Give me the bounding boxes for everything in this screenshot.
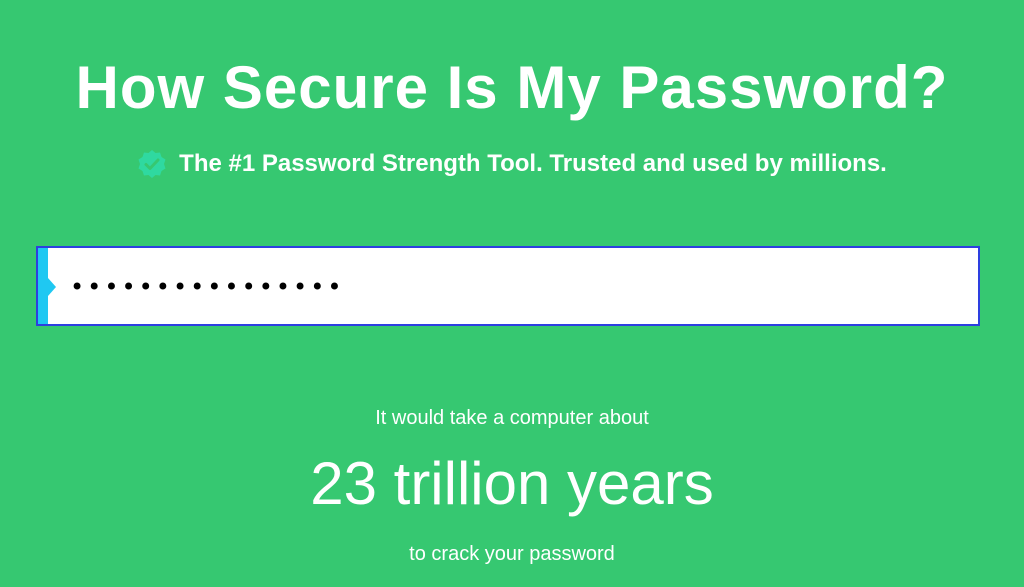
page-subtitle: The #1 Password Strength Tool. Trusted a… xyxy=(179,150,887,177)
crack-time-value: 23 trillion years xyxy=(310,450,714,517)
input-accent-bar xyxy=(38,248,48,324)
result-outro-text: to crack your password xyxy=(409,543,615,565)
page: How Secure Is My Password? The #1 Passwo… xyxy=(0,0,1024,587)
password-field-container[interactable] xyxy=(36,246,980,326)
password-input[interactable] xyxy=(68,248,952,326)
verified-check-icon xyxy=(137,149,167,179)
result-intro-text: It would take a computer about xyxy=(375,407,649,429)
subtitle-row: The #1 Password Strength Tool. Trusted a… xyxy=(0,148,1024,180)
page-title: How Secure Is My Password? xyxy=(75,54,949,121)
input-accent-arrow xyxy=(48,278,56,296)
